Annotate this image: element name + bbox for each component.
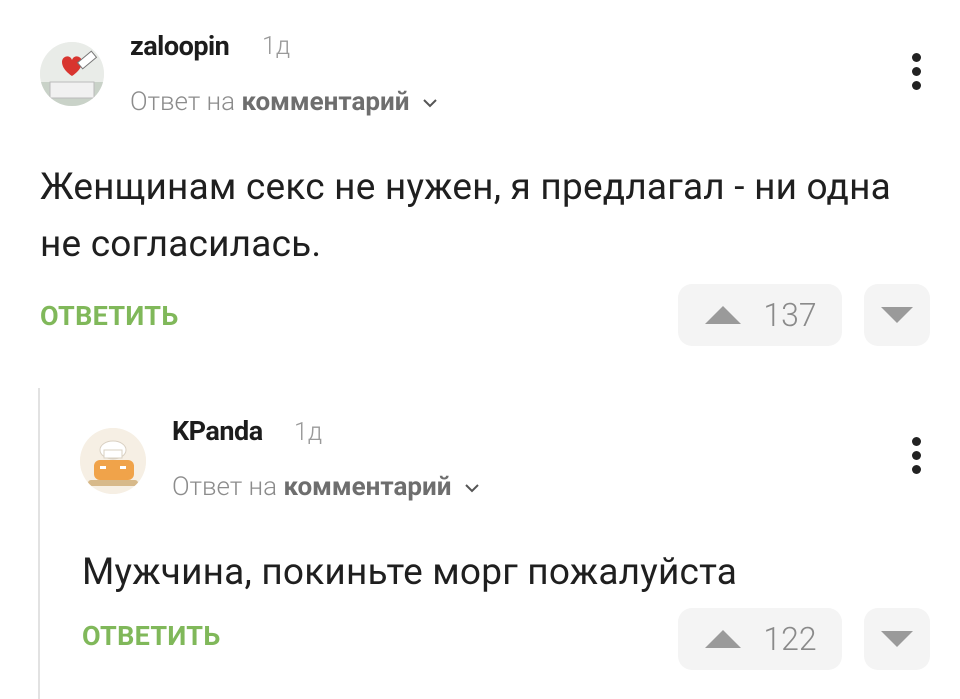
upvote-button[interactable]: 122: [678, 608, 842, 670]
comment-age: 1д: [294, 418, 323, 447]
chevron-down-icon[interactable]: [464, 482, 480, 494]
triangle-up-icon: [705, 630, 742, 648]
vote-score: 122: [763, 620, 817, 658]
reply-to-prefix: Ответ на: [172, 472, 278, 502]
reply-button[interactable]: ОТВЕТИТЬ: [82, 620, 221, 652]
avatar[interactable]: [80, 428, 146, 494]
triangle-down-icon: [881, 631, 913, 647]
reply-to-target[interactable]: комментарий: [283, 472, 451, 502]
kebab-menu-icon[interactable]: [910, 437, 922, 481]
comment-text: Мужчина, покиньте морг пожалуйста: [82, 551, 738, 594]
reply-to-link[interactable]: Ответ на комментарий: [172, 472, 480, 502]
username[interactable]: KPanda: [172, 415, 263, 447]
downvote-button[interactable]: [864, 608, 930, 670]
comment-reply: KPanda 1д Ответ на комментарий Мужчина, …: [0, 0, 960, 699]
chef-hat-avatar-icon: [80, 428, 146, 494]
